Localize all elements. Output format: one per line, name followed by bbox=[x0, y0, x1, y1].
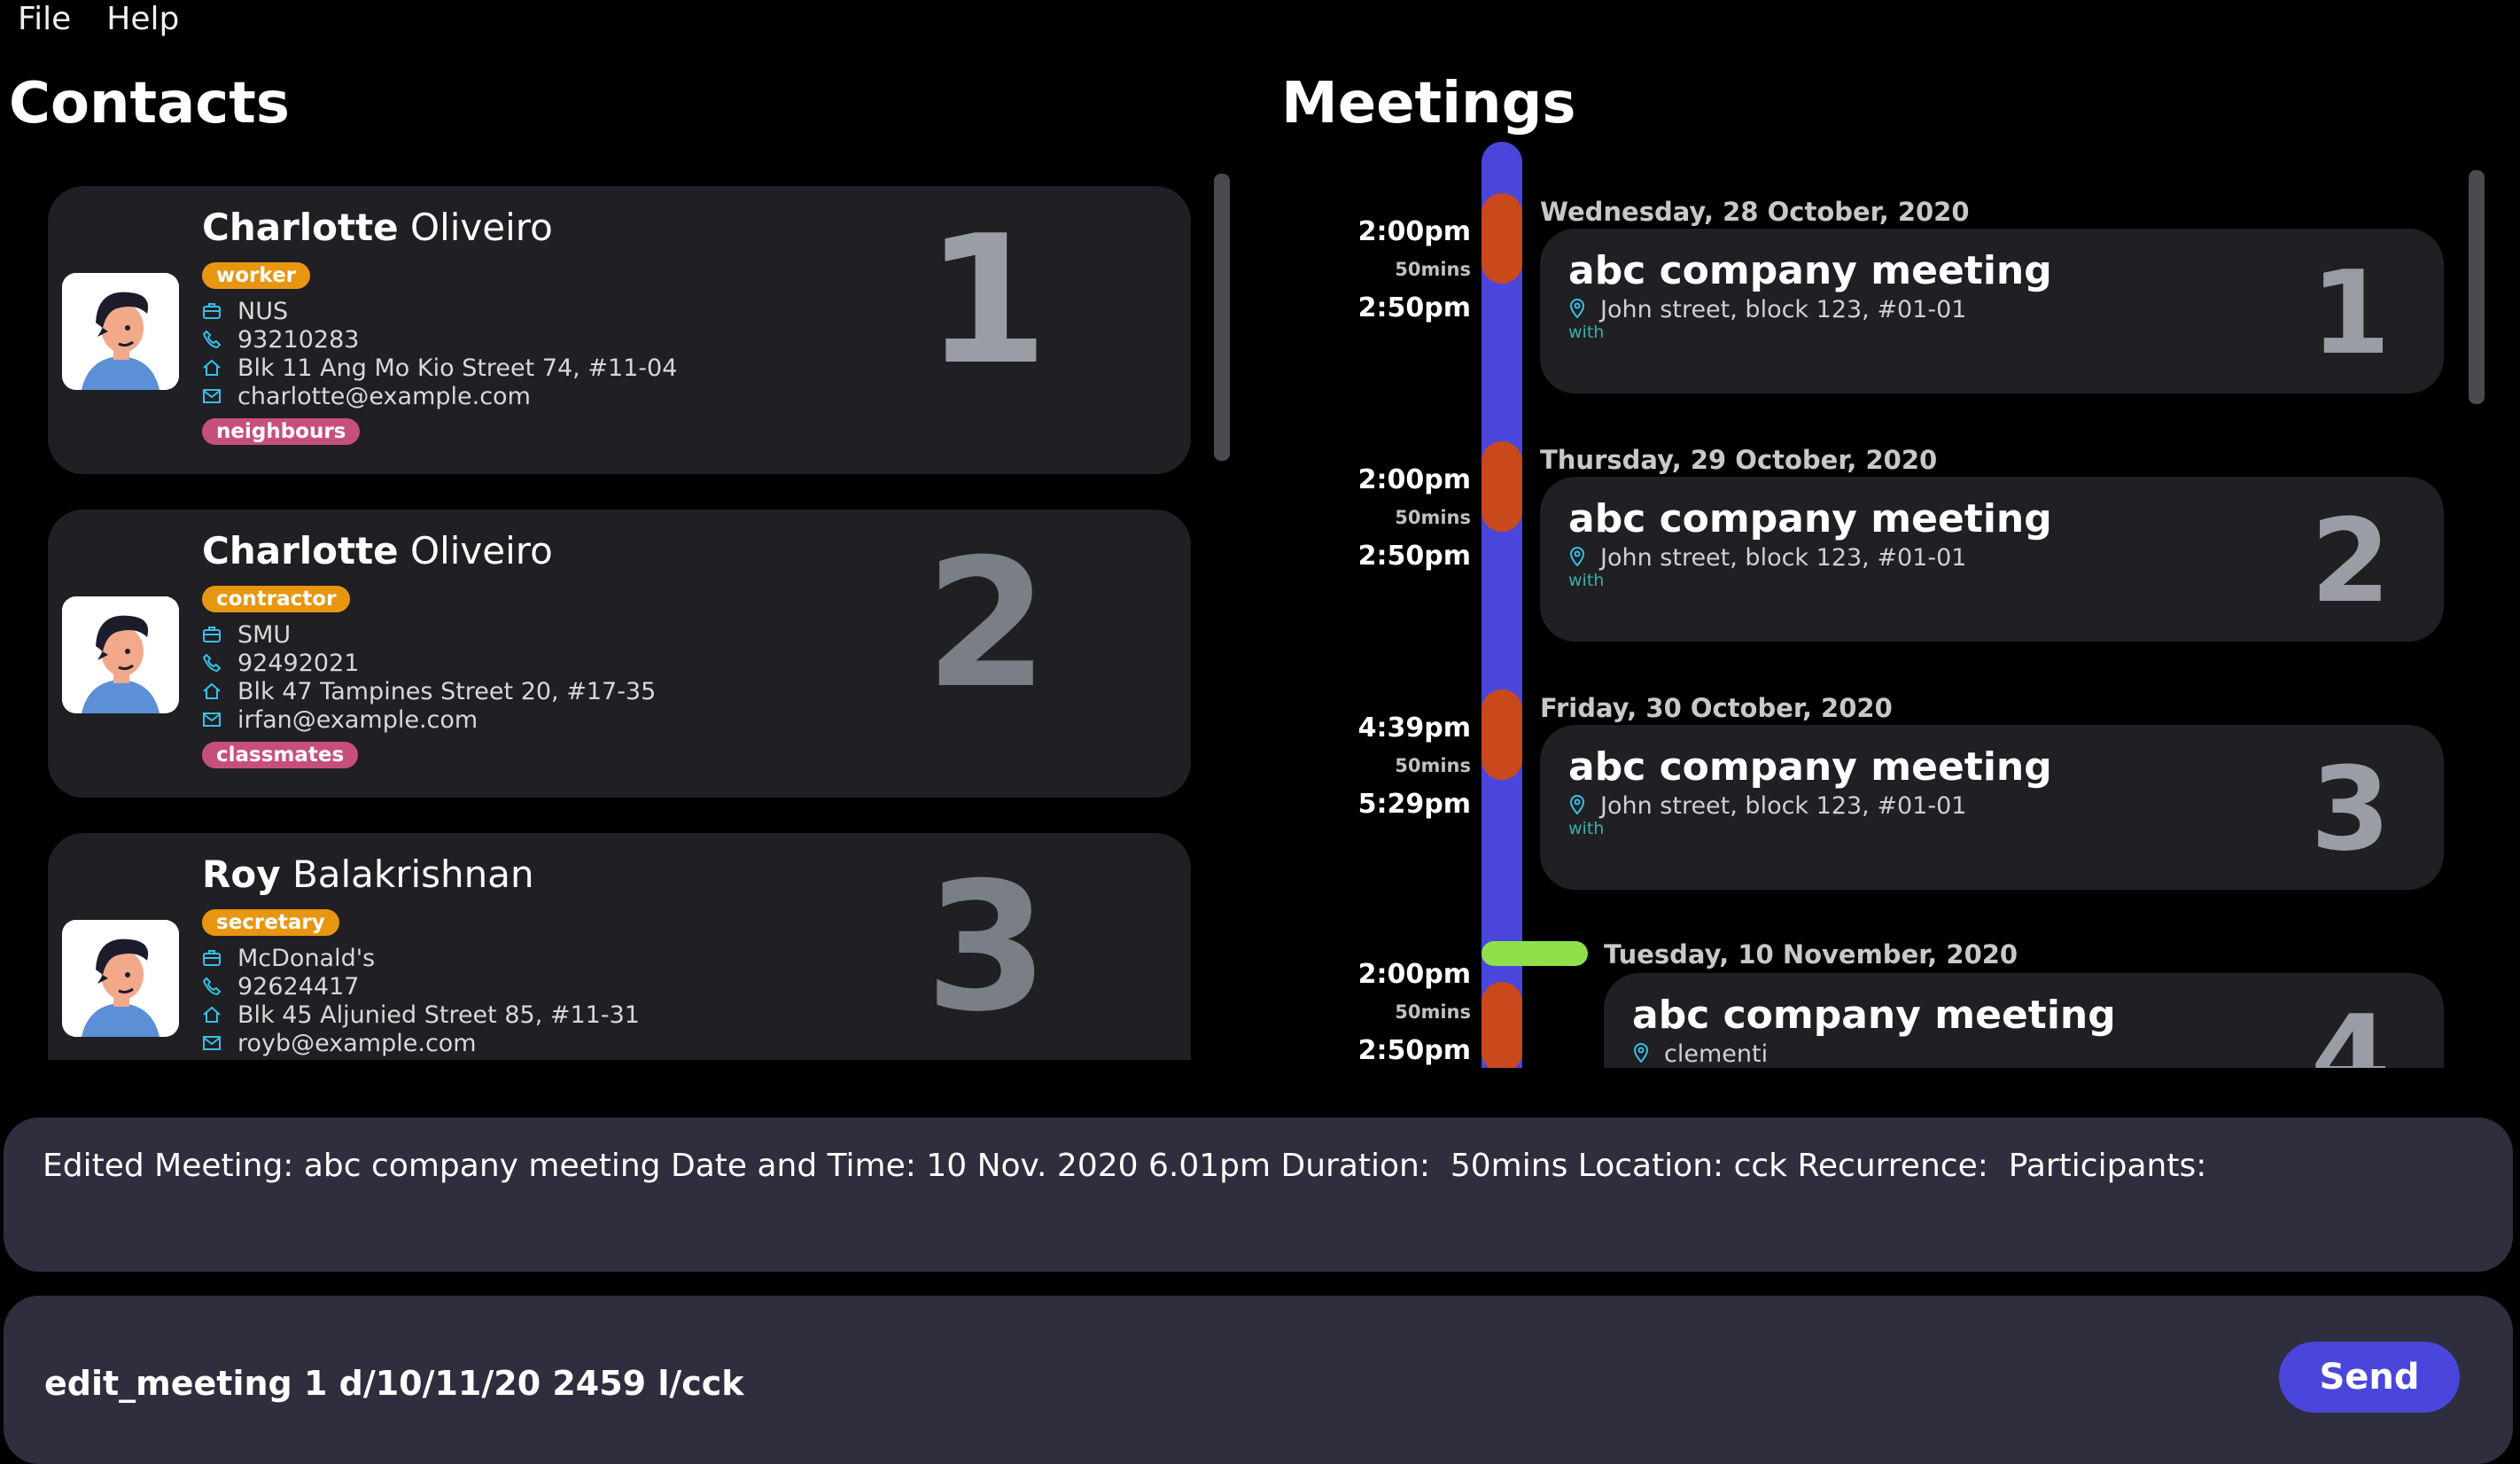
role-tag: secretary bbox=[202, 909, 339, 936]
contact-email: irfan@example.com bbox=[202, 706, 478, 735]
contact-index: 1 bbox=[925, 198, 1049, 404]
meeting-duration: 50mins bbox=[1395, 259, 1471, 280]
home-icon bbox=[202, 681, 222, 701]
meeting-index: 1 bbox=[2310, 245, 2391, 380]
meeting-end-time: 2:50pm bbox=[1357, 292, 1471, 323]
command-box: Send bbox=[4, 1296, 2513, 1464]
home-icon bbox=[202, 1005, 222, 1024]
briefcase-icon bbox=[202, 625, 222, 644]
avatar bbox=[62, 273, 179, 390]
contact-index: 3 bbox=[925, 845, 1049, 1051]
mail-icon bbox=[202, 710, 222, 729]
contact-card[interactable]: Roy Balakrishnan secretary McDonald's 92… bbox=[48, 833, 1191, 1060]
contact-organization: McDonald's bbox=[202, 945, 375, 973]
role-tag: contractor bbox=[202, 586, 351, 612]
phone-icon bbox=[202, 330, 222, 349]
home-icon bbox=[202, 358, 222, 378]
meeting-location: John street, block 123, #01-01 bbox=[1568, 544, 1966, 572]
contact-card[interactable]: Charlotte Oliveiro contractor SMU 924920… bbox=[48, 510, 1191, 798]
meeting-start-time: 4:39pm bbox=[1357, 713, 1471, 744]
meeting-end-time: 2:50pm bbox=[1357, 1035, 1471, 1066]
contact-phone: 92624417 bbox=[202, 973, 359, 1001]
meeting-card[interactable]: abc company meeting clementi 4 bbox=[1604, 973, 2444, 1068]
meeting-start-time: 2:00pm bbox=[1357, 216, 1471, 247]
meeting-index: 4 bbox=[2310, 990, 2391, 1068]
meeting-date: Wednesday, 28 October, 2020 bbox=[1540, 197, 1970, 227]
location-pin-icon bbox=[1568, 795, 1586, 814]
location-pin-icon bbox=[1568, 299, 1586, 318]
contact-name: Charlotte Oliveiro bbox=[202, 529, 553, 572]
meeting-date: Tuesday, 10 November, 2020 bbox=[1604, 939, 2018, 970]
meeting-location: clementi bbox=[1632, 1040, 1768, 1068]
current-time-marker bbox=[1482, 941, 1588, 966]
send-button[interactable]: Send bbox=[2279, 1342, 2460, 1413]
meetings-title: Meetings bbox=[1281, 71, 1576, 136]
avatar bbox=[62, 920, 179, 1037]
contact-address: Blk 11 Ang Mo Kio Street 74, #11-04 bbox=[202, 354, 677, 383]
menu-help[interactable]: Help bbox=[89, 0, 197, 39]
timeline-segment bbox=[1482, 441, 1522, 532]
contact-phone: 92492021 bbox=[202, 650, 359, 678]
meeting-title: abc company meeting bbox=[1632, 993, 2116, 1038]
meeting-participants-label: with bbox=[1568, 819, 1605, 838]
location-pin-icon bbox=[1568, 547, 1586, 566]
mail-icon bbox=[202, 386, 222, 406]
meeting-index: 2 bbox=[2310, 494, 2391, 628]
meetings-scrollbar[interactable] bbox=[2469, 170, 2485, 404]
meeting-end-time: 2:50pm bbox=[1357, 541, 1471, 572]
contact-organization: NUS bbox=[202, 298, 288, 326]
contact-name: Roy Balakrishnan bbox=[202, 853, 534, 896]
meeting-date: Thursday, 29 October, 2020 bbox=[1540, 445, 1938, 475]
contact-index: 2 bbox=[925, 521, 1049, 728]
role-tag: worker bbox=[202, 262, 311, 289]
menu-bar: File Help bbox=[0, 0, 197, 39]
location-pin-icon bbox=[1632, 1043, 1650, 1063]
group-tag: neighbours bbox=[202, 418, 361, 445]
result-text: Edited Meeting: abc company meeting Date… bbox=[43, 1148, 2217, 1184]
meeting-card[interactable]: abc company meeting John street, block 1… bbox=[1540, 725, 2444, 890]
contact-phone: 93210283 bbox=[202, 326, 359, 354]
meeting-date: Friday, 30 October, 2020 bbox=[1540, 693, 1893, 723]
timeline-segment bbox=[1482, 982, 1522, 1068]
timeline-segment bbox=[1482, 193, 1522, 284]
contacts-title: Contacts bbox=[9, 71, 290, 136]
avatar bbox=[62, 596, 179, 713]
meeting-card[interactable]: abc company meeting John street, block 1… bbox=[1540, 477, 2444, 642]
meeting-participants-label: with bbox=[1568, 571, 1605, 590]
meeting-participants-label: with bbox=[1568, 323, 1605, 342]
contact-name: Charlotte Oliveiro bbox=[202, 206, 553, 249]
meeting-card[interactable]: abc company meeting John street, block 1… bbox=[1540, 229, 2444, 393]
mail-icon bbox=[202, 1033, 222, 1053]
meeting-end-time: 5:29pm bbox=[1357, 789, 1471, 820]
meeting-duration: 50mins bbox=[1395, 755, 1471, 776]
meeting-list[interactable]: 2:00pm 50mins 2:50pm Wednesday, 28 Octob… bbox=[1276, 142, 2463, 1068]
contact-email: charlotte@example.com bbox=[202, 383, 531, 411]
meeting-title: abc company meeting bbox=[1568, 496, 2052, 541]
briefcase-icon bbox=[202, 301, 222, 321]
contact-address: Blk 45 Aljunied Street 85, #11-31 bbox=[202, 1001, 640, 1030]
command-input[interactable] bbox=[43, 1347, 2261, 1420]
timeline-segment bbox=[1482, 689, 1522, 780]
meeting-title: abc company meeting bbox=[1568, 744, 2052, 790]
meeting-start-time: 2:00pm bbox=[1357, 959, 1471, 990]
meeting-title: abc company meeting bbox=[1568, 248, 2052, 293]
contact-address: Blk 47 Tampines Street 20, #17-35 bbox=[202, 678, 656, 706]
meeting-duration: 50mins bbox=[1395, 1001, 1471, 1023]
meeting-location: John street, block 123, #01-01 bbox=[1568, 792, 1966, 820]
phone-icon bbox=[202, 977, 222, 996]
contact-card[interactable]: Charlotte Oliveiro worker NUS 93210283 B… bbox=[48, 186, 1191, 474]
result-display: Edited Meeting: abc company meeting Date… bbox=[4, 1117, 2513, 1272]
contact-email: royb@example.com bbox=[202, 1030, 477, 1058]
meeting-start-time: 2:00pm bbox=[1357, 464, 1471, 495]
briefcase-icon bbox=[202, 948, 222, 968]
meeting-duration: 50mins bbox=[1395, 507, 1471, 528]
contacts-scrollbar[interactable] bbox=[1214, 174, 1230, 461]
meeting-location: John street, block 123, #01-01 bbox=[1568, 296, 1966, 323]
contact-organization: SMU bbox=[202, 621, 291, 650]
meeting-index: 3 bbox=[2310, 742, 2391, 876]
phone-icon bbox=[202, 653, 222, 673]
menu-file[interactable]: File bbox=[0, 0, 89, 39]
contact-list[interactable]: Charlotte Oliveiro worker NUS 93210283 B… bbox=[0, 165, 1205, 1060]
group-tag: classmates bbox=[202, 742, 359, 768]
